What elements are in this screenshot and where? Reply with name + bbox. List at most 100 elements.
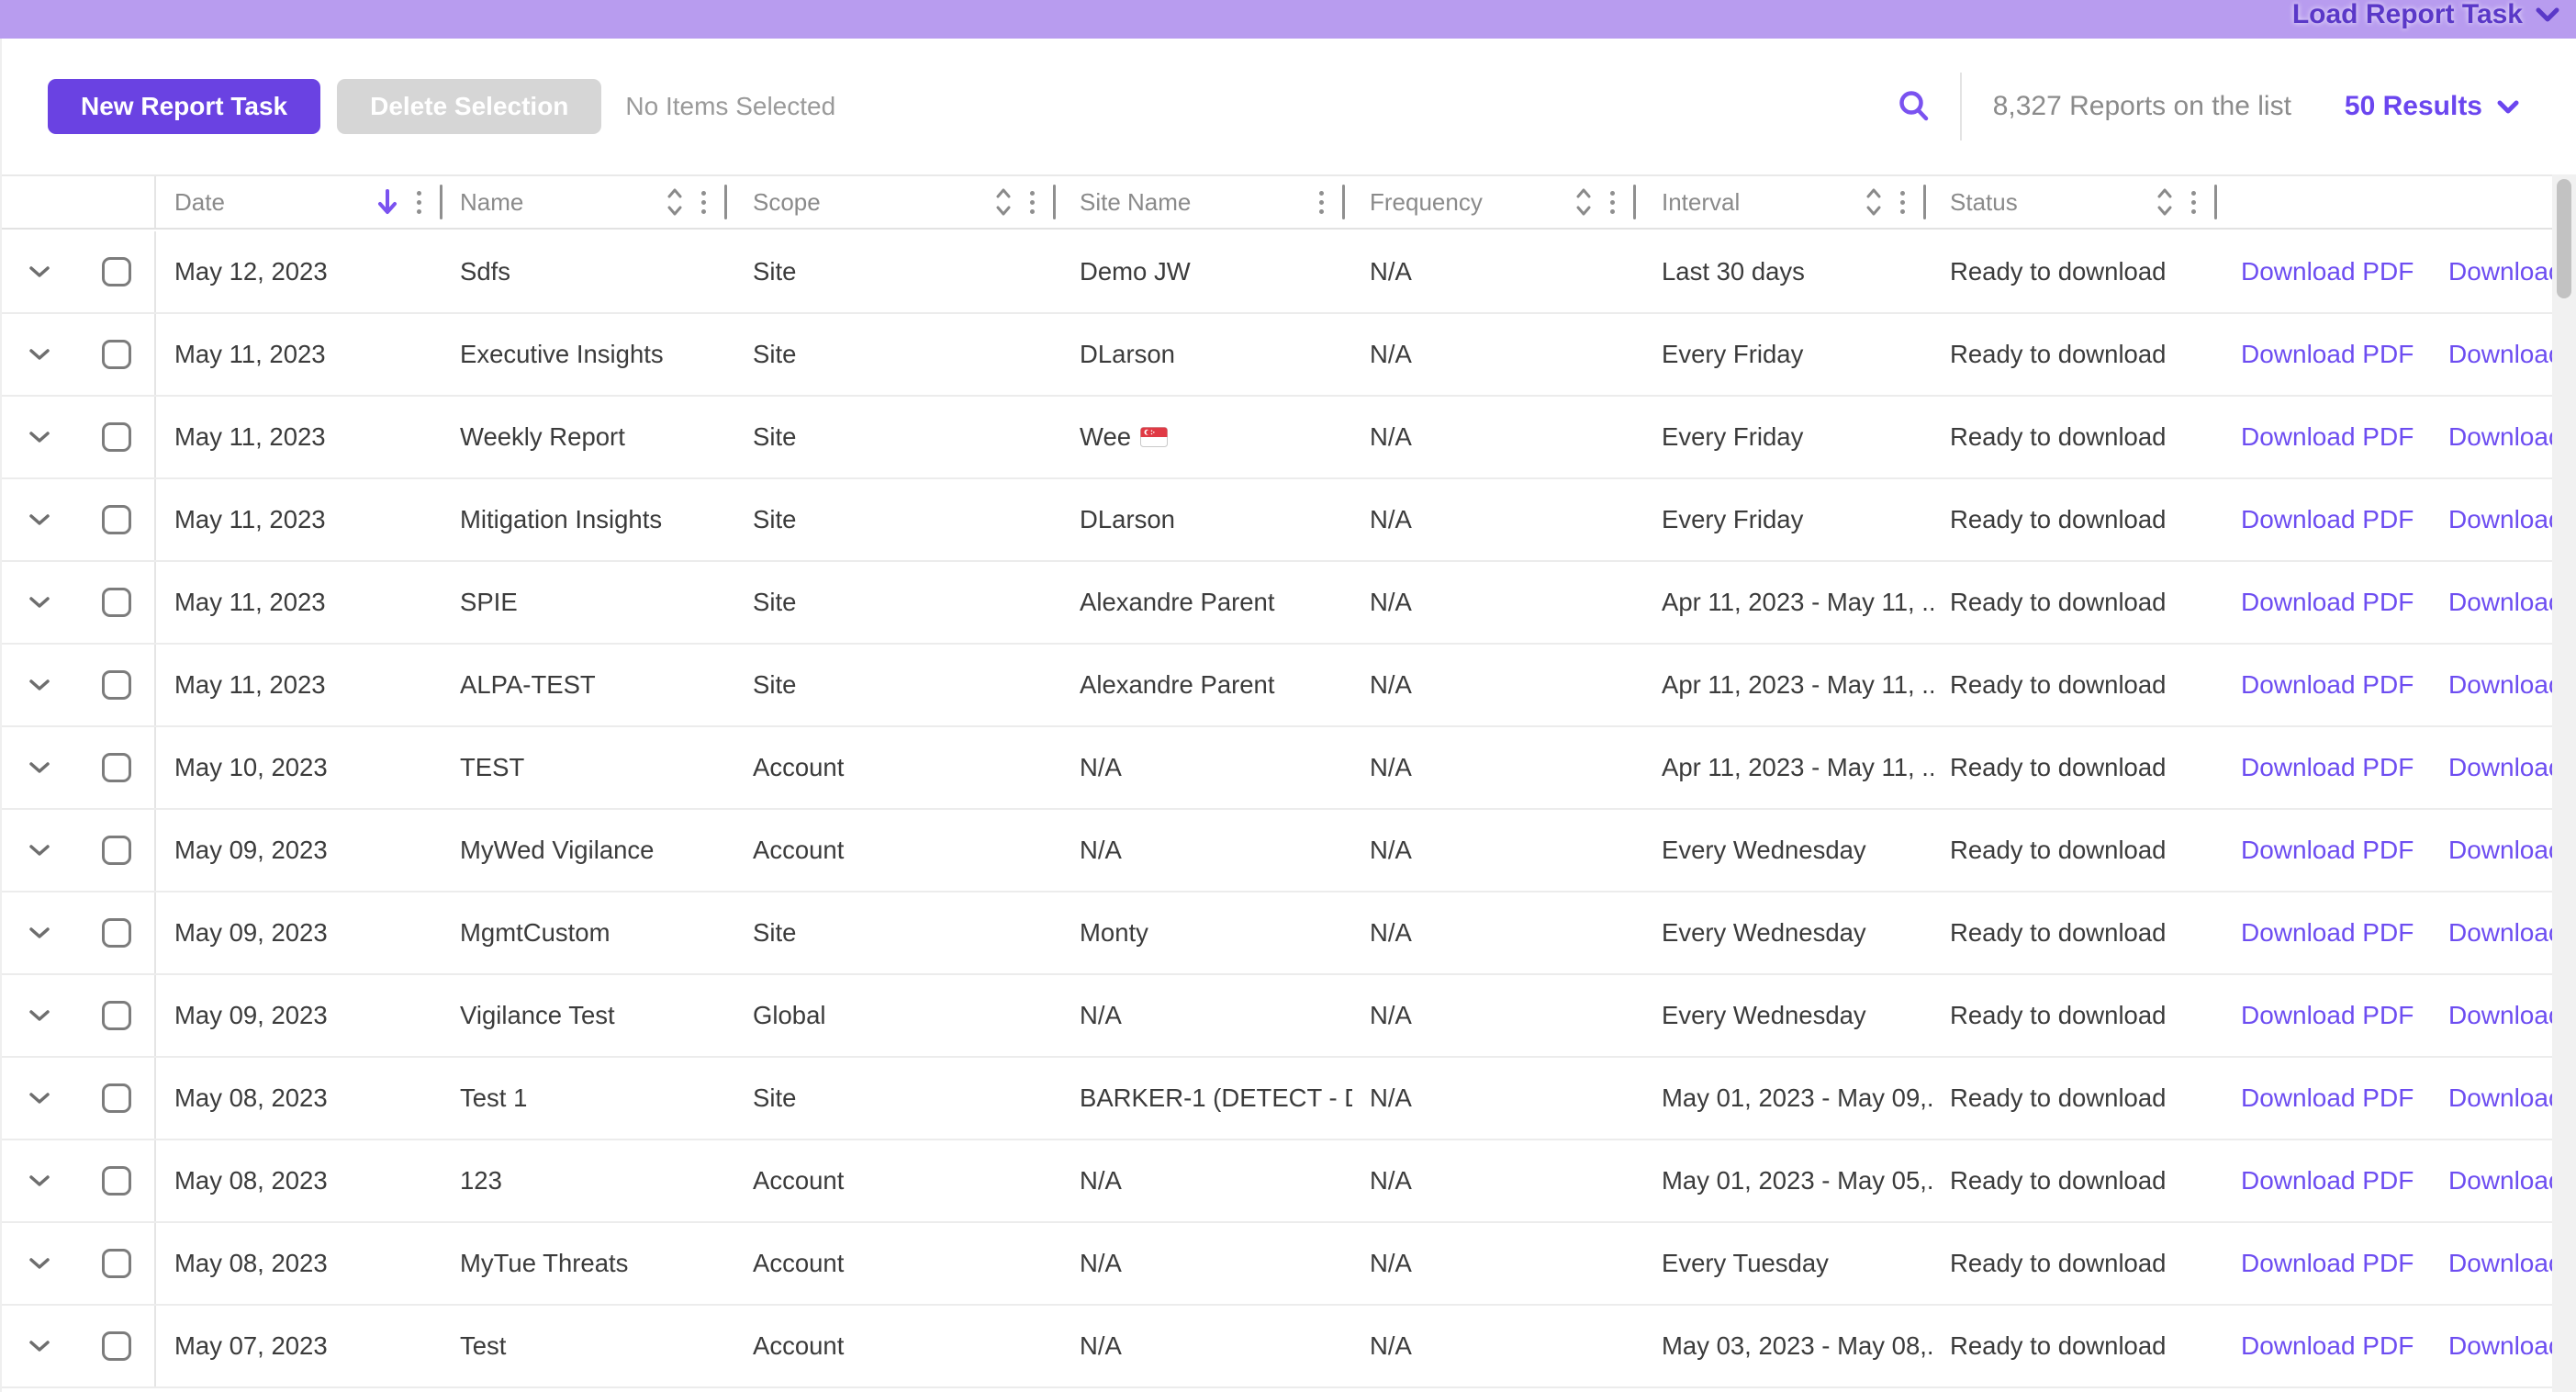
sort-both-icon[interactable]: [666, 187, 683, 217]
download-pdf-link[interactable]: Download PDF: [2241, 836, 2414, 864]
row-select-cell: [78, 231, 156, 312]
download-csv-link[interactable]: Download CSV: [2448, 257, 2552, 286]
column-header-date[interactable]: Date: [156, 176, 450, 228]
interval-cell: Every Wednesday: [1643, 1001, 1933, 1030]
date-cell: May 11, 2023: [156, 505, 450, 534]
download-pdf-link[interactable]: Download PDF: [2241, 340, 2414, 368]
row-expand-toggle[interactable]: [0, 314, 78, 395]
column-header-scope[interactable]: Scope: [734, 176, 1063, 228]
row-expand-toggle[interactable]: [0, 975, 78, 1056]
sort-descending-icon[interactable]: [376, 187, 398, 217]
row-expand-toggle[interactable]: [0, 1223, 78, 1304]
column-resize-handle[interactable]: [440, 185, 442, 219]
download-csv-link[interactable]: Download CSV: [2448, 1249, 2552, 1277]
column-resize-handle[interactable]: [1053, 185, 1056, 219]
interval-cell: Every Friday: [1643, 422, 1933, 452]
column-resize-handle[interactable]: [1342, 185, 1345, 219]
column-menu-icon[interactable]: [1900, 191, 1905, 214]
row-checkbox[interactable]: [102, 422, 131, 452]
sort-both-icon[interactable]: [1865, 187, 1882, 217]
download-pdf-link[interactable]: Download PDF: [2241, 505, 2414, 533]
download-csv-link[interactable]: Download CSV: [2448, 422, 2552, 451]
column-header-site-name[interactable]: Site Name: [1063, 176, 1352, 228]
column-resize-handle[interactable]: [2214, 185, 2217, 219]
row-expand-toggle[interactable]: [0, 645, 78, 725]
sort-both-icon[interactable]: [1575, 187, 1592, 217]
frequency-cell: N/A: [1352, 340, 1643, 369]
scrollbar-thumb[interactable]: [2557, 179, 2571, 298]
results-per-page-selector[interactable]: 50 Results: [2345, 91, 2519, 122]
column-menu-icon[interactable]: [1319, 191, 1324, 214]
column-header-interval[interactable]: Interval: [1643, 176, 1933, 228]
column-resize-handle[interactable]: [1923, 185, 1926, 219]
download-csv-link[interactable]: Download CSV: [2448, 1166, 2552, 1195]
row-checkbox[interactable]: [102, 340, 131, 369]
download-pdf-link[interactable]: Download PDF: [2241, 1001, 2414, 1029]
column-header-name[interactable]: Name: [450, 176, 734, 228]
date-cell: May 11, 2023: [156, 422, 450, 452]
download-pdf-link[interactable]: Download PDF: [2241, 1166, 2414, 1195]
row-checkbox[interactable]: [102, 1331, 131, 1361]
row-expand-toggle[interactable]: [0, 810, 78, 891]
download-pdf-link[interactable]: Download PDF: [2241, 1249, 2414, 1277]
load-report-task-button[interactable]: Load Report Task: [2292, 0, 2559, 30]
download-csv-link[interactable]: Download CSV: [2448, 340, 2552, 368]
row-checkbox[interactable]: [102, 1166, 131, 1196]
row-expand-toggle[interactable]: [0, 1306, 78, 1386]
row-select-cell: [78, 727, 156, 808]
row-expand-toggle[interactable]: [0, 231, 78, 312]
row-checkbox[interactable]: [102, 753, 131, 782]
download-csv-link[interactable]: Download CSV: [2448, 836, 2552, 864]
download-csv-link[interactable]: Download CSV: [2448, 670, 2552, 699]
search-icon[interactable]: [1896, 88, 1932, 125]
row-checkbox[interactable]: [102, 505, 131, 534]
row-expand-toggle[interactable]: [0, 479, 78, 560]
column-header-status[interactable]: Status: [1933, 176, 2224, 228]
column-menu-icon[interactable]: [701, 191, 706, 214]
download-pdf-link[interactable]: Download PDF: [2241, 257, 2414, 286]
row-checkbox[interactable]: [102, 670, 131, 700]
download-pdf-link[interactable]: Download PDF: [2241, 670, 2414, 699]
row-expand-toggle[interactable]: [0, 562, 78, 643]
row-expand-toggle[interactable]: [0, 1058, 78, 1139]
delete-selection-button[interactable]: Delete Selection: [337, 79, 601, 134]
column-menu-icon[interactable]: [2191, 191, 2196, 214]
row-checkbox[interactable]: [102, 1083, 131, 1113]
download-pdf-link[interactable]: Download PDF: [2241, 1331, 2414, 1360]
download-pdf-link[interactable]: Download PDF: [2241, 588, 2414, 616]
download-pdf-link[interactable]: Download PDF: [2241, 1083, 2414, 1112]
download-pdf-link[interactable]: Download PDF: [2241, 422, 2414, 451]
sort-both-icon[interactable]: [995, 187, 1012, 217]
download-pdf-link[interactable]: Download PDF: [2241, 753, 2414, 781]
download-csv-link[interactable]: Download CSV: [2448, 1083, 2552, 1112]
column-menu-icon[interactable]: [1610, 191, 1615, 214]
download-csv-link[interactable]: Download CSV: [2448, 505, 2552, 533]
scope-cell: Site: [734, 340, 1063, 369]
row-expand-toggle[interactable]: [0, 892, 78, 973]
download-csv-link[interactable]: Download CSV: [2448, 1331, 2552, 1360]
column-resize-handle[interactable]: [1633, 185, 1636, 219]
vertical-scrollbar[interactable]: [2552, 174, 2576, 1392]
row-expand-toggle[interactable]: [0, 727, 78, 808]
row-checkbox[interactable]: [102, 1001, 131, 1030]
row-checkbox[interactable]: [102, 1249, 131, 1278]
column-menu-icon[interactable]: [1030, 191, 1035, 214]
row-checkbox[interactable]: [102, 257, 131, 286]
download-csv-link[interactable]: Download CSV: [2448, 753, 2552, 781]
new-report-task-button[interactable]: New Report Task: [48, 79, 320, 134]
sort-both-icon[interactable]: [2156, 187, 2173, 217]
name-cell: 123: [450, 1166, 734, 1196]
column-resize-handle[interactable]: [724, 185, 727, 219]
row-checkbox[interactable]: [102, 588, 131, 617]
column-header-frequency[interactable]: Frequency: [1352, 176, 1643, 228]
download-csv-link[interactable]: Download CSV: [2448, 1001, 2552, 1029]
download-csv-link[interactable]: Download CSV: [2448, 588, 2552, 616]
download-csv-link[interactable]: Download CSV: [2448, 918, 2552, 947]
row-expand-toggle[interactable]: [0, 397, 78, 477]
download-pdf-link[interactable]: Download PDF: [2241, 918, 2414, 947]
site-name-cell: Monty: [1063, 918, 1352, 948]
row-checkbox[interactable]: [102, 836, 131, 865]
column-menu-icon[interactable]: [417, 191, 421, 214]
row-checkbox[interactable]: [102, 918, 131, 948]
row-expand-toggle[interactable]: [0, 1140, 78, 1221]
